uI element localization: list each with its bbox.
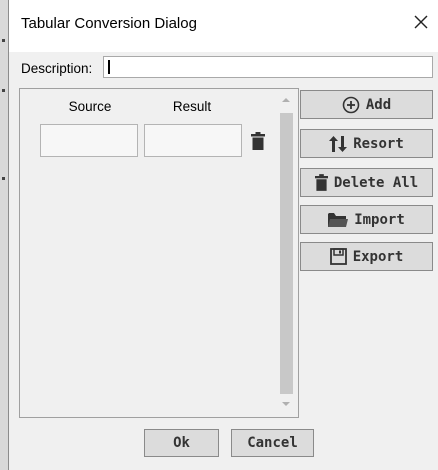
add-button[interactable]: Add [300, 90, 433, 119]
scrollbar-thumb[interactable] [280, 113, 293, 394]
cancel-button[interactable]: Cancel [231, 429, 314, 457]
delete-row-button[interactable] [251, 132, 265, 150]
title-bar: Tabular Conversion Dialog [9, 0, 438, 52]
ok-button-label: Ok [173, 435, 190, 451]
result-cell-input[interactable] [144, 124, 242, 157]
resort-button-label: Resort [353, 135, 404, 152]
trash-icon [314, 174, 328, 191]
add-button-label: Add [365, 96, 392, 113]
text-caret [108, 60, 110, 74]
sort-arrows-icon [329, 135, 348, 152]
delete-all-button-label: Delete All [333, 174, 419, 191]
close-icon [414, 15, 428, 29]
description-label: Description: [21, 61, 93, 76]
column-header-source: Source [68, 99, 112, 114]
resort-button[interactable]: Resort [300, 129, 433, 158]
description-input[interactable] [103, 56, 433, 78]
import-button[interactable]: Import [300, 205, 433, 234]
delete-all-button[interactable]: Delete All [300, 168, 433, 197]
export-button-label: Export [352, 248, 404, 265]
table-scrollbar[interactable] [277, 89, 295, 417]
cancel-button-label: Cancel [247, 435, 298, 451]
scroll-down-arrow-icon[interactable] [281, 399, 291, 409]
plus-circle-icon [342, 96, 360, 113]
conversion-table: Source Result [19, 88, 299, 418]
source-cell-input[interactable] [40, 124, 138, 157]
dialog-title: Tabular Conversion Dialog [21, 15, 197, 32]
export-button[interactable]: Export [300, 242, 433, 271]
floppy-disk-icon [329, 248, 347, 265]
scroll-up-arrow-icon[interactable] [281, 95, 291, 105]
folder-icon [328, 213, 349, 227]
trash-icon [251, 132, 265, 150]
column-header-result: Result [172, 99, 212, 114]
tabular-conversion-dialog: Tabular Conversion Dialog Description: S… [8, 0, 438, 470]
import-button-label: Import [354, 211, 405, 228]
close-button[interactable] [411, 12, 431, 32]
ok-button[interactable]: Ok [144, 429, 219, 457]
